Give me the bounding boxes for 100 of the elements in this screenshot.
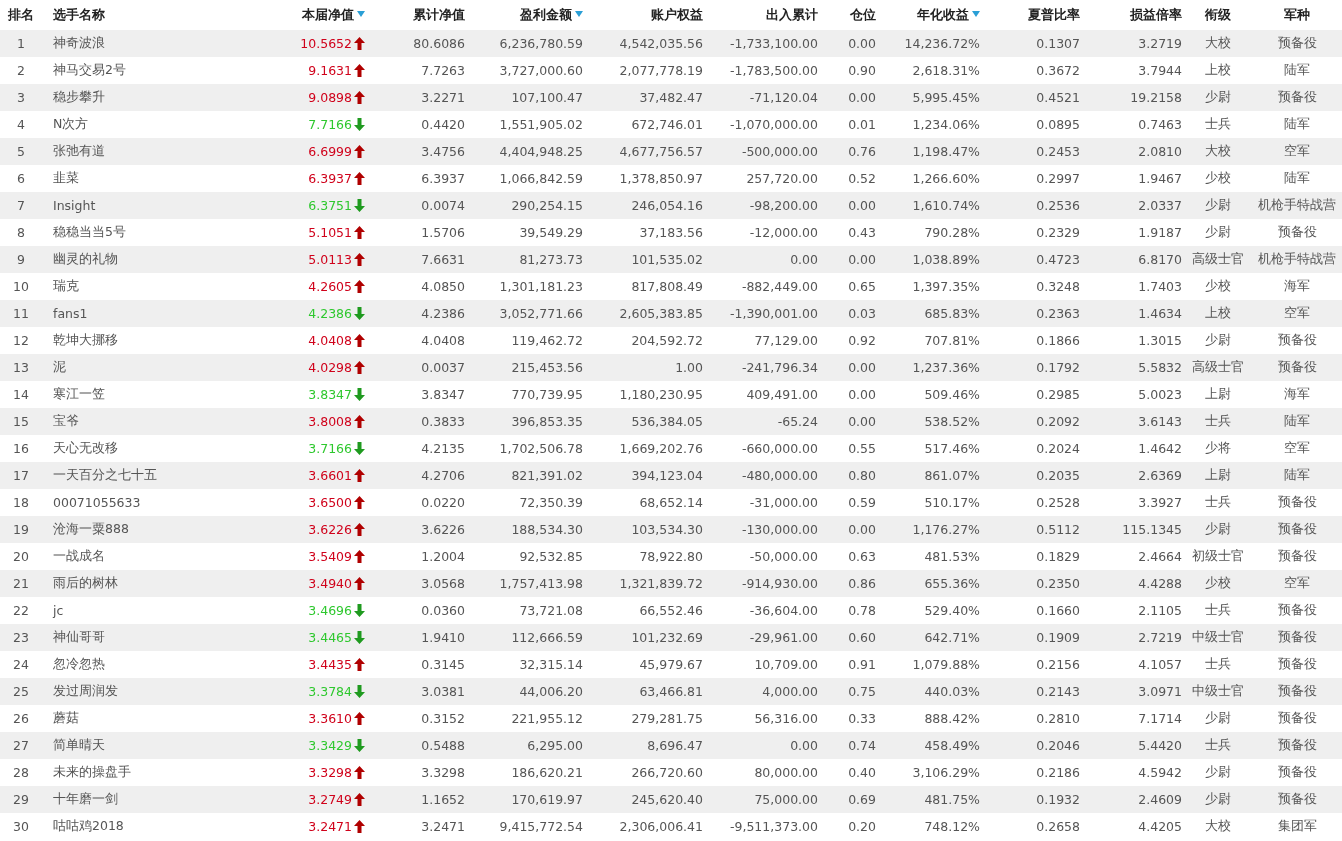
rank-number: 18 [13,495,29,510]
net-value: 3.6226 [308,522,352,537]
table-cell: 5.5832 [1138,360,1182,375]
table-cell: 1.3015 [1138,333,1182,348]
player-name: 稳稳当当5号 [53,224,126,241]
net-value: 9.0898 [308,90,352,105]
table-cell: 5,995.45% [912,90,980,105]
column-header[interactable]: 盈利金额 [520,6,583,24]
table-cell: 78,922.80 [639,549,703,564]
table-cell: 290,254.15 [511,198,583,213]
table-cell: 8,696.47 [647,738,703,753]
table-cell: 1.2004 [421,549,465,564]
table-cell: 1,702,506.78 [499,441,583,456]
sort-icon[interactable] [575,11,583,17]
table-cell: -882,449.00 [741,279,818,294]
table-cell: 685.83% [924,306,980,321]
table-cell: 1,038.89% [912,252,980,267]
table-cell: 0.1909 [1036,630,1080,645]
table-cell: 0.2350 [1036,576,1080,591]
table-cell: 0.3833 [421,414,465,429]
rank-number: 8 [17,225,25,240]
table-cell: 1,551,905.02 [499,117,583,132]
table-cell: 0.1307 [1036,36,1080,51]
category-label: 大校 [1205,143,1231,160]
category-label: 预备役 [1277,710,1317,727]
table-cell: 748.12% [924,819,980,834]
column-header: 出入累计 [766,6,818,24]
player-name: 张弛有道 [53,143,105,160]
column-header[interactable]: 年化收益 [917,6,980,24]
table-cell: 0.00 [848,90,876,105]
table-cell: 536,384.05 [631,414,703,429]
table-cell: 2.0337 [1138,198,1182,213]
table-cell: 0.2985 [1036,387,1080,402]
table-cell: 4,000.00 [762,684,818,699]
rank-number: 4 [17,117,25,132]
sort-icon[interactable] [972,11,980,17]
table-cell: 3.0381 [421,684,465,699]
category-label: 少尉 [1205,89,1231,106]
rank-number: 6 [17,171,25,186]
net-value: 9.1631 [308,63,352,78]
table-cell: 0.80 [848,468,876,483]
rank-number: 15 [13,414,29,429]
net-value: 3.2471 [308,819,352,834]
rank-number: 27 [13,738,29,753]
category-label: 少校 [1205,278,1231,295]
table-cell: 4.2386 [421,306,465,321]
table-cell: 6.3937 [421,171,465,186]
rank-number: 11 [13,306,29,321]
net-value: 3.3298 [308,765,352,780]
table-cell: 188,534.30 [511,522,583,537]
rank-number: 25 [13,684,29,699]
table-cell: 204,592.72 [631,333,703,348]
column-header[interactable]: 本届净值 [302,6,365,24]
sort-icon[interactable] [357,11,365,17]
rank-number: 1 [17,36,25,51]
category-label: 士兵 [1205,737,1231,754]
table-cell: 5.0023 [1138,387,1182,402]
player-name: 神马交易2号 [53,62,126,79]
net-value: 4.2605 [308,279,352,294]
table-cell: 0.00 [848,387,876,402]
table-cell: 0.92 [848,333,876,348]
net-value: 3.4696 [308,603,352,618]
table-cell: 1,669,202.76 [619,441,703,456]
table-cell: 73,721.08 [519,603,583,618]
table-cell: 279,281.75 [631,711,703,726]
player-name: Insight [53,198,96,213]
table-cell: 510.17% [924,495,980,510]
table-cell: 1,066,842.59 [499,171,583,186]
column-header: 仓位 [850,6,876,24]
rank-number: 21 [13,576,29,591]
category-label: 预备役 [1277,548,1317,565]
table-cell: 56,316.00 [754,711,818,726]
net-value: 3.5409 [308,549,352,564]
table-cell: -500,000.00 [741,144,818,159]
table-cell: 45,979.67 [639,657,703,672]
table-cell: 0.2997 [1036,171,1080,186]
category-label: 集团军 [1277,818,1317,835]
table-cell: 0.1792 [1036,360,1080,375]
rank-number: 19 [13,522,29,537]
category-label: 预备役 [1277,224,1317,241]
table-cell: -130,000.00 [741,522,818,537]
player-name: 蘑菇 [53,710,79,727]
rank-number: 23 [13,630,29,645]
category-label: 预备役 [1277,89,1317,106]
column-header: 夏普比率 [1028,6,1080,24]
column-header: 累计净值 [413,6,465,24]
category-label: 中级士官 [1192,683,1244,700]
column-header: 军种 [1284,6,1310,24]
table-cell: 655.36% [924,576,980,591]
net-value: 6.3937 [308,171,352,186]
table-cell: 3.6143 [1138,414,1182,429]
category-label: 机枪手特战营 [1258,197,1336,214]
table-cell: 3.2271 [421,90,465,105]
table-cell: 1,237.36% [912,360,980,375]
player-name: 瑞克 [53,278,79,295]
net-value: 3.3610 [308,711,352,726]
table-cell: 0.00 [848,360,876,375]
table-cell: 888.42% [924,711,980,726]
net-value: 3.8008 [308,414,352,429]
player-name: 韭菜 [53,170,79,187]
